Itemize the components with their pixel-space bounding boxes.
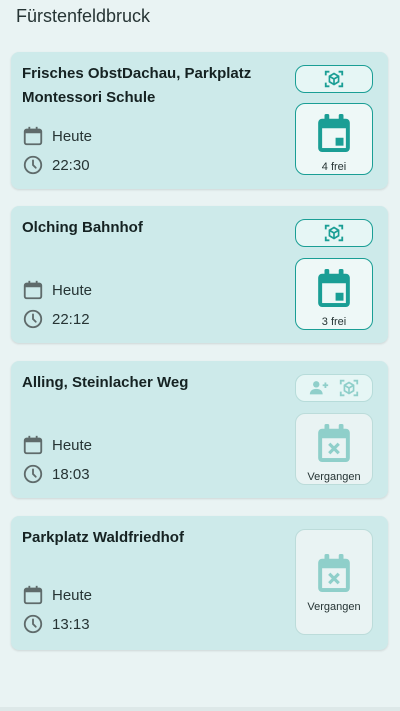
clock-icon [23,155,43,175]
date-text: Heute [52,436,93,454]
booking-slot-button[interactable]: Vergangen [295,413,373,485]
location-card[interactable]: Frisches ObstDachau, Parkplatz Montessor… [11,52,388,189]
calendar-icon [23,280,43,300]
availability-text: 3 frei [321,316,347,328]
calendar-icon [23,126,43,146]
page-title: Fürstenfeldbruck [16,6,151,26]
calendar-icon [23,435,43,455]
booking-slot-button[interactable]: Vergangen [295,529,373,635]
location-card[interactable]: Parkplatz Waldfriedhof Heute 13:13 Verga… [11,516,388,650]
time-text: 18:03 [52,465,90,483]
date-text: Heute [52,281,93,299]
date-row: Heute [22,584,92,606]
ar-cube-icon [339,379,359,397]
ar-view-button[interactable] [295,65,373,93]
booking-slot-button[interactable]: 3 frei [295,258,373,330]
clock-icon [23,614,43,634]
time-text: 22:12 [52,310,90,328]
time-row: 18:03 [22,463,90,485]
ar-cube-icon [324,70,344,88]
date-row: Heute [22,125,92,147]
calendar-event-icon [318,269,350,307]
booking-slot-button[interactable]: 4 frei [295,103,373,175]
availability-text: 4 frei [321,161,347,173]
calendar-expired-icon [318,424,350,462]
time-text: 22:30 [52,156,90,174]
location-title: Frisches ObstDachau, Parkplatz Montessor… [22,65,252,106]
clock-icon [23,309,43,329]
calendar-expired-icon [318,553,350,592]
location-card[interactable]: Olching Bahnhof Heute 22:12 3 frei [11,206,388,343]
availability-text: Vergangen [307,471,361,483]
date-text: Heute [52,127,93,145]
location-card[interactable]: Alling, Steinlacher Weg Heute 18:03 Verg… [11,361,388,498]
availability-text: Vergangen [307,600,361,613]
location-title: Olching Bahnhof [22,219,143,236]
date-row: Heute [22,279,92,301]
group-ar-button[interactable] [295,374,373,402]
time-row: 22:30 [22,154,90,176]
time-row: 22:12 [22,308,90,330]
location-title: Parkplatz Waldfriedhof [22,529,184,546]
clock-icon [23,464,43,484]
time-row: 13:13 [22,613,90,635]
ar-view-button[interactable] [295,219,373,247]
date-row: Heute [22,434,92,456]
location-title: Alling, Steinlacher Weg [22,374,189,391]
calendar-icon [23,585,43,605]
time-text: 13:13 [52,615,90,633]
ar-cube-icon [324,224,344,242]
bottom-divider [0,707,400,711]
add-person-icon [309,381,329,395]
calendar-event-icon [318,114,350,152]
date-text: Heute [52,586,93,604]
